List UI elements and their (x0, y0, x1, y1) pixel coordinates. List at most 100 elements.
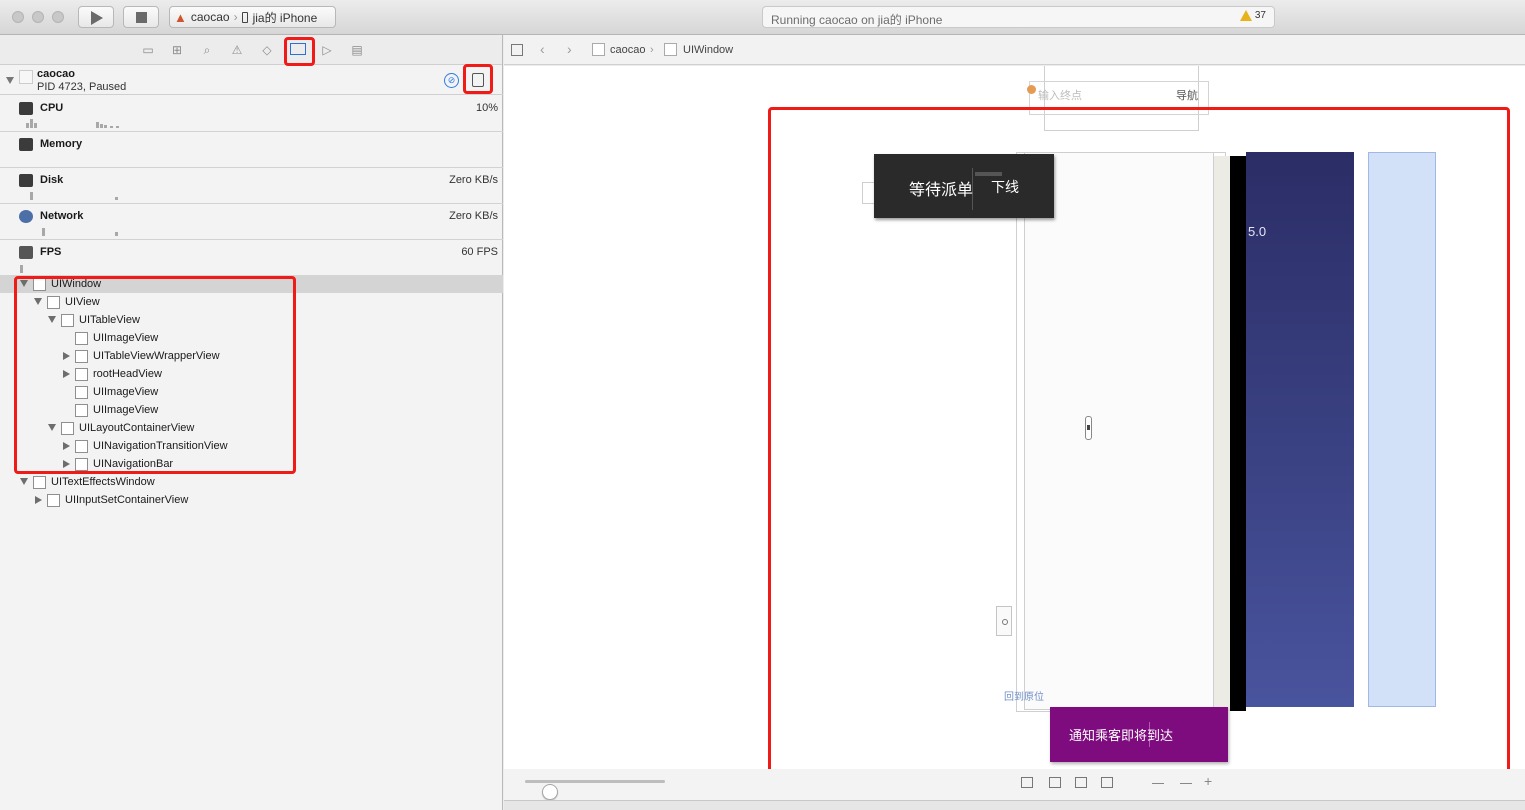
stop-button[interactable] (123, 6, 159, 28)
show-constraints-icon[interactable] (1049, 777, 1061, 788)
window-background-layer[interactable] (1368, 152, 1436, 707)
status-pill-layer[interactable]: 等待派单 下线 (874, 154, 1054, 218)
tree-row-label: UINavigationTransitionView (93, 440, 228, 452)
report-icon[interactable]: ▤ (350, 43, 364, 57)
stop-icon (136, 12, 147, 23)
minimize-window-button[interactable] (32, 11, 44, 23)
notify-passenger-button-layer[interactable]: 通知乘客即将到达 (1050, 707, 1228, 762)
tree-row-label: UIImageView (93, 332, 159, 344)
table-view-layer[interactable] (1230, 156, 1246, 711)
image-view-icon (75, 404, 88, 417)
show-clipped-content-icon[interactable] (1021, 777, 1033, 788)
gauge-value: 10% (475, 102, 498, 114)
image-view-layer[interactable] (1214, 156, 1230, 711)
image-view-icon (75, 386, 88, 399)
search-icon[interactable]: ⌕ (200, 43, 214, 57)
iphone-icon (241, 11, 248, 23)
symbol-navigator-icon[interactable]: ⊞ (170, 43, 184, 57)
rating-score: 5.0 (1248, 224, 1267, 239)
related-items-icon[interactable] (511, 44, 523, 56)
wireframe-mode-icon[interactable] (1075, 777, 1087, 788)
disk-icon (19, 174, 33, 187)
zoom-out-icon[interactable] (1152, 783, 1164, 784)
tree-row[interactable]: rootHeadView (0, 365, 503, 383)
network-globe-icon (19, 210, 33, 223)
scheme-selector[interactable]: ▲ caocao › jia的 iPhone (169, 6, 336, 28)
disclosure-triangle-icon[interactable] (48, 316, 56, 323)
gauge-icon[interactable]: ⊘ (444, 73, 459, 88)
camera-icon (1085, 416, 1092, 440)
warning-indicator[interactable]: 37 (1239, 10, 1266, 21)
disclosure-triangle-icon[interactable] (63, 442, 70, 450)
fps-gauge[interactable]: FPS 60 FPS (0, 240, 503, 276)
back-to-origin-label: 回到原位 (1004, 692, 1044, 703)
tree-row[interactable]: UIImageView (0, 329, 503, 347)
zoom-slider-thumb[interactable] (542, 784, 559, 800)
tree-row[interactable]: UINavigationBar (0, 455, 503, 473)
issue-icon[interactable]: ⚠ (230, 43, 244, 57)
close-window-button[interactable] (12, 11, 24, 23)
table-view-icon (61, 314, 74, 327)
breadcrumb-item[interactable]: caocao (610, 44, 645, 56)
activity-viewer: Running caocao on jia的 iPhone 37 (762, 6, 1275, 28)
view-debugger-canvas[interactable]: 输入终点 导航 回到原位 等待派单 下线 5.0 通知乘客即将到达 (504, 66, 1525, 769)
disclosure-triangle-icon[interactable] (63, 370, 70, 378)
tree-row[interactable]: UITableViewWrapperView (0, 347, 503, 365)
nav-button-label: 导航 (1176, 90, 1198, 102)
disclosure-triangle-icon[interactable] (35, 496, 42, 504)
disclosure-triangle-icon[interactable] (6, 77, 14, 84)
chevron-right-icon: › (233, 10, 238, 24)
disk-gauge[interactable]: Disk Zero KB/s (0, 168, 503, 204)
tree-row[interactable]: UILayoutContainerView (0, 419, 503, 437)
debug-navigator-icon[interactable] (290, 43, 306, 55)
tree-row-label: UIWindow (51, 278, 102, 290)
tree-row[interactable]: UITableView (0, 311, 503, 329)
disclosure-triangle-icon[interactable] (63, 460, 70, 468)
orient-3d-icon[interactable] (1101, 777, 1113, 788)
memory-gauge[interactable]: Memory (0, 132, 503, 168)
tree-row[interactable]: UIInputSetContainerView (0, 491, 503, 509)
test-icon[interactable]: ◇ (260, 43, 274, 57)
zoom-in-icon[interactable]: + (1204, 773, 1212, 789)
root-view-layer[interactable] (1024, 152, 1214, 710)
forward-arrow-icon[interactable]: › (567, 41, 572, 57)
process-row[interactable]: caocao PID 4723, Paused ⊘ (0, 65, 503, 95)
zoom-slider[interactable] (525, 780, 665, 800)
breadcrumb-item[interactable]: UIWindow (683, 44, 733, 56)
sparkline-bar (115, 232, 118, 236)
tree-row[interactable]: UINavigationTransitionView (0, 437, 503, 455)
app-process-icon (19, 70, 33, 84)
head-view-layer[interactable]: 5.0 (1246, 152, 1354, 707)
breakpoint-icon[interactable]: ▷ (320, 43, 334, 57)
run-button[interactable] (78, 6, 114, 28)
tree-row[interactable]: UIView (0, 293, 503, 311)
app-process-icon (592, 43, 605, 56)
tree-row[interactable]: UIWindow (0, 275, 503, 293)
tree-row[interactable]: UITextEffectsWindow (0, 473, 503, 491)
tree-row-label: UIImageView (93, 404, 159, 416)
sparkline-bar (96, 122, 99, 128)
folder-icon[interactable]: ▭ (141, 43, 155, 57)
warning-icon (1239, 10, 1252, 21)
disclosure-triangle-icon[interactable] (34, 298, 42, 305)
sparkline-bar (20, 265, 23, 273)
disclosure-triangle-icon[interactable] (20, 478, 28, 485)
memory-icon (19, 138, 33, 151)
view-hierarchy-icon[interactable] (472, 73, 484, 87)
disclosure-triangle-icon[interactable] (63, 352, 70, 360)
disclosure-triangle-icon[interactable] (48, 424, 56, 431)
tree-row[interactable]: UIImageView (0, 383, 503, 401)
view-icon (61, 422, 74, 435)
search-placeholder: 输入终点 (1038, 90, 1082, 102)
tree-row[interactable]: UIImageView (0, 401, 503, 419)
zoom-reset-icon[interactable] (1180, 783, 1192, 784)
cpu-gauge[interactable]: CPU 10% (0, 96, 503, 132)
sparkline-bar (104, 125, 107, 128)
sparkline-bar (30, 192, 33, 200)
view-icon (75, 440, 88, 453)
disclosure-triangle-icon[interactable] (20, 280, 28, 287)
app-icon: ▲ (174, 9, 187, 25)
back-arrow-icon[interactable]: ‹ (540, 41, 545, 57)
network-gauge[interactable]: Network Zero KB/s (0, 204, 503, 240)
zoom-window-button[interactable] (52, 11, 64, 23)
